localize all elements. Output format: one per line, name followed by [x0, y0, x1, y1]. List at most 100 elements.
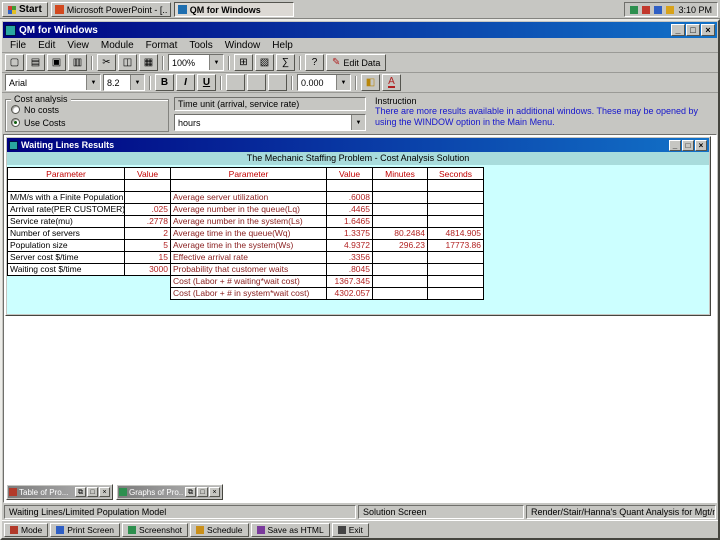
maximize-button[interactable]: □ [197, 487, 208, 497]
results-content: The Mechanic Staffing Problem - Cost Ana… [7, 152, 709, 314]
new-button[interactable]: ▢ [5, 54, 24, 71]
print-button[interactable]: ▥ [68, 54, 87, 71]
parameter-cell: Average server utilization [171, 192, 327, 204]
tray-icon-3[interactable] [654, 5, 663, 14]
menu-module[interactable]: Module [95, 38, 140, 52]
value-cell: 15 [125, 252, 171, 264]
results-minimize-button[interactable]: _ [669, 139, 681, 151]
font-select[interactable]: Arial ▼ [5, 74, 101, 91]
minimized-titlebar: Table of Pro... ⧉ □ × [8, 486, 111, 498]
open-button[interactable]: ▤ [26, 54, 45, 71]
system-tray: 3:10 PM [624, 2, 718, 17]
italic-button[interactable]: I [176, 74, 195, 91]
screenshot-button[interactable]: Screenshot [122, 522, 189, 537]
radio-use-costs[interactable]: Use Costs [11, 116, 163, 129]
parameter-cell: Waiting cost $/time [7, 264, 125, 276]
chart-icon: ▧ [259, 57, 270, 68]
save-as-html-button[interactable]: Save as HTML [250, 522, 330, 537]
minimize-button[interactable]: _ [671, 24, 685, 36]
underline-button[interactable]: U [197, 74, 216, 91]
minimized-window-table-of-probabilities[interactable]: Table of Pro... ⧉ □ × [6, 484, 113, 500]
paste-button[interactable]: ▦ [139, 54, 158, 71]
schedule-button[interactable]: Schedule [190, 522, 249, 537]
menu-view[interactable]: View [61, 38, 95, 52]
time-unit-value: hours [178, 117, 201, 128]
menu-bar: File Edit View Module Format Tools Windo… [2, 38, 718, 53]
minutes-cell [373, 252, 428, 264]
font-size-select[interactable]: 8.2 ▼ [103, 74, 145, 91]
status-screen: Solution Screen [358, 505, 524, 519]
maximize-button[interactable]: □ [686, 24, 700, 36]
font-color-button[interactable]: A [382, 74, 401, 91]
help-button[interactable]: ? [305, 54, 324, 71]
parameter-cell: Average time in the system(Ws) [171, 240, 327, 252]
column-header: Parameter [7, 167, 125, 180]
sum-button[interactable]: ∑ [276, 54, 295, 71]
close-button[interactable]: × [99, 487, 110, 497]
restore-button[interactable]: ⧉ [75, 487, 86, 497]
mode-button[interactable]: Mode [4, 522, 49, 537]
align-right-button[interactable] [268, 74, 287, 91]
status-bar: Waiting Lines/Limited Population Model S… [2, 504, 718, 520]
results-maximize-button[interactable]: □ [682, 139, 694, 151]
save-icon: ▣ [51, 57, 62, 68]
time-unit-select[interactable]: hours ▼ [174, 114, 366, 131]
minimized-window-graphs-of-probabilities[interactable]: Graphs of Pro... ⧉ □ × [116, 484, 223, 500]
zoom-value: 100% [172, 57, 196, 68]
app-icon [5, 24, 16, 36]
value-cell: 1.6465 [327, 216, 373, 228]
window-title: QM for Windows [19, 24, 98, 36]
parameter-cell: Number of servers [7, 228, 125, 240]
open-folder-icon: ▤ [30, 57, 41, 68]
menu-tools[interactable]: Tools [183, 38, 218, 52]
results-header: The Mechanic Staffing Problem - Cost Ana… [7, 152, 709, 165]
tray-icon-4[interactable] [666, 5, 675, 14]
tray-icon-2[interactable] [642, 5, 651, 14]
align-left-button[interactable] [226, 74, 245, 91]
menu-help[interactable]: Help [266, 38, 299, 52]
empty-cell [373, 180, 428, 192]
radio-no-costs[interactable]: No costs [11, 103, 163, 116]
value-cell: 2 [125, 228, 171, 240]
chart-button[interactable]: ▧ [255, 54, 274, 71]
copy-icon: ◫ [122, 57, 133, 68]
taskbar-task-qm[interactable]: QM for Windows [173, 2, 294, 17]
instruction-panel: Instruction There are more results avail… [371, 96, 715, 132]
results-close-button[interactable]: × [695, 139, 707, 151]
bold-button[interactable]: B [155, 74, 174, 91]
zoom-select[interactable]: 100% ▼ [168, 54, 224, 71]
save-button[interactable]: ▣ [47, 54, 66, 71]
copy-button[interactable]: ◫ [118, 54, 137, 71]
start-button[interactable]: Start [2, 2, 48, 17]
maximize-button[interactable]: □ [87, 487, 98, 497]
minutes-cell [373, 204, 428, 216]
tray-icon-1[interactable] [630, 5, 639, 14]
print-screen-button[interactable]: Print Screen [50, 522, 121, 537]
seconds-cell [428, 204, 484, 216]
restore-button[interactable]: ⧉ [185, 487, 196, 497]
edit-data-button[interactable]: ✎ Edit Data [326, 54, 387, 71]
empty-cell [7, 180, 125, 192]
exit-button[interactable]: Exit [331, 522, 369, 537]
results-table: Parameter Value Parameter Value Minutes … [7, 167, 485, 300]
parameter-cell: Cost (Labor + # waiting*wait cost) [171, 276, 327, 288]
close-button[interactable]: × [209, 487, 220, 497]
menu-file[interactable]: File [4, 38, 32, 52]
instruction-text: There are more results available in addi… [375, 106, 699, 127]
instruction-label: Instruction [375, 96, 417, 106]
parameter-cell: Cost (Labor + # in system*wait cost) [171, 288, 327, 300]
align-center-button[interactable] [247, 74, 266, 91]
cut-button[interactable]: ✂ [97, 54, 116, 71]
table-button[interactable]: ⊞ [234, 54, 253, 71]
close-button[interactable]: × [701, 24, 715, 36]
column-header: Value [327, 167, 373, 180]
fill-color-button[interactable]: ◧ [361, 74, 380, 91]
decimal-format-select[interactable]: 0.000 ▼ [297, 74, 351, 91]
menu-edit[interactable]: Edit [32, 38, 61, 52]
menu-window[interactable]: Window [219, 38, 267, 52]
seconds-cell [428, 192, 484, 204]
chevron-down-icon: ▼ [130, 75, 144, 90]
menu-format[interactable]: Format [140, 38, 184, 52]
seconds-cell [428, 288, 484, 300]
taskbar-task-powerpoint[interactable]: Microsoft PowerPoint - [... [50, 2, 171, 17]
